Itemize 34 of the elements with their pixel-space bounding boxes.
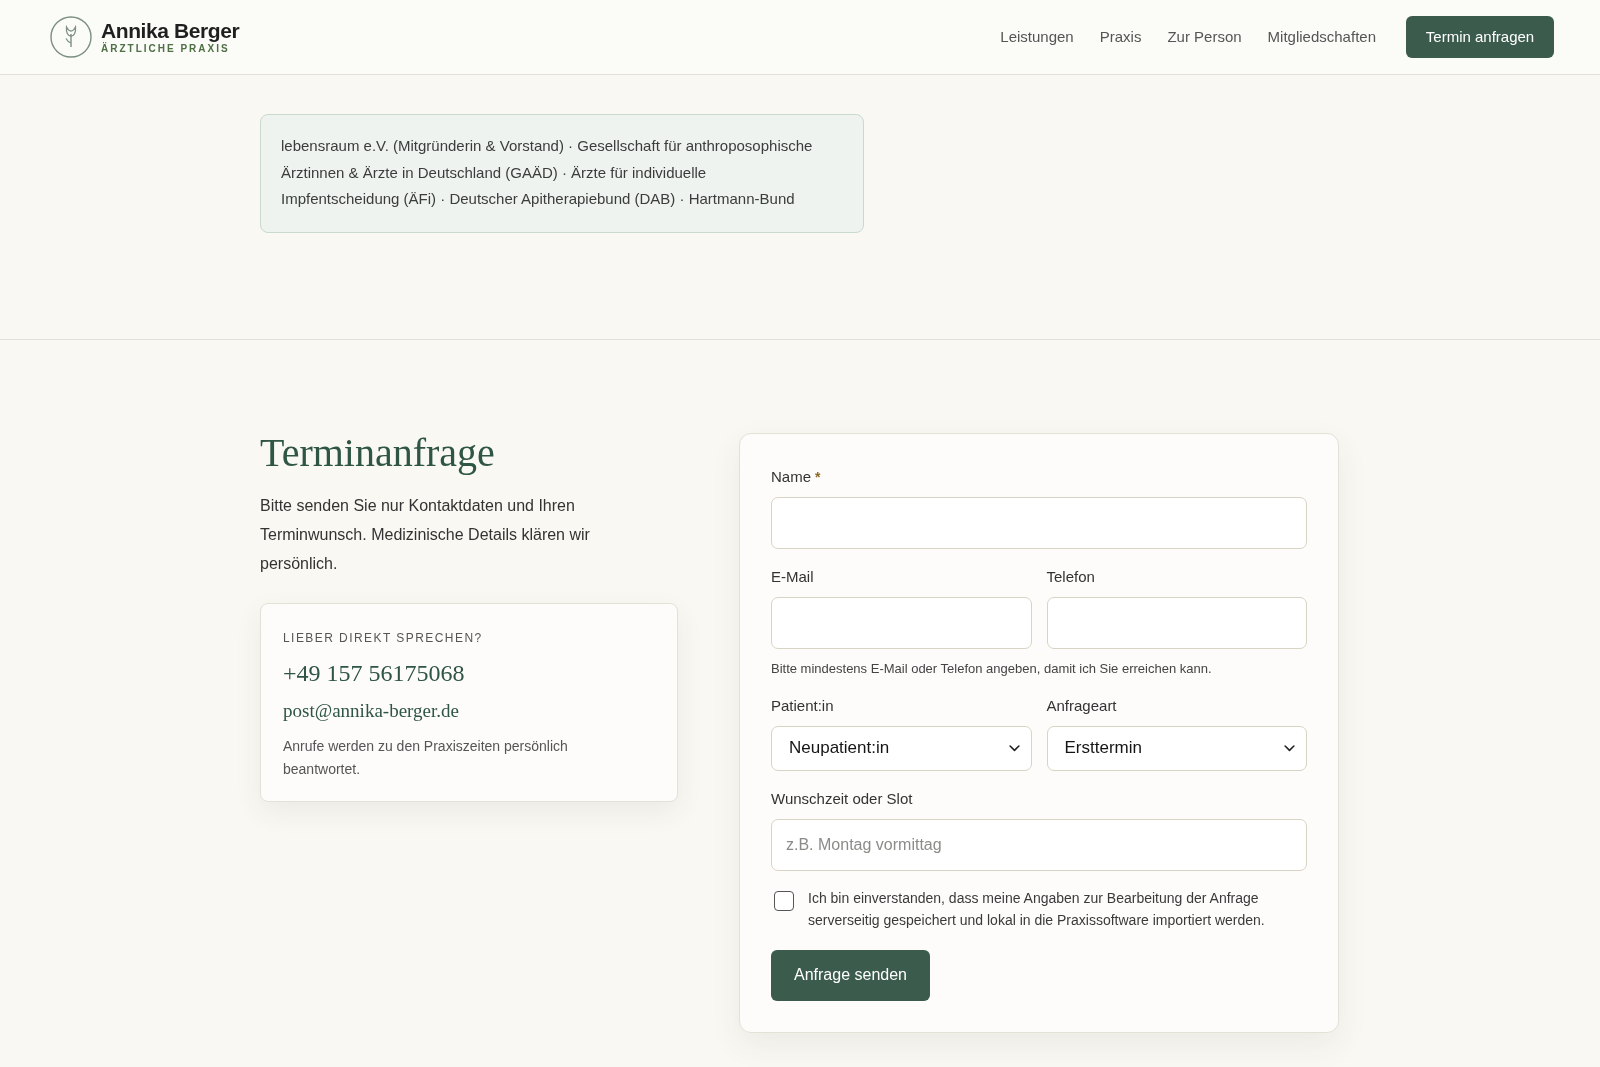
field-label: Name [771,466,811,487]
select-dropdown[interactable]: Neupatient:in [771,725,1032,771]
nav-link[interactable]: Mitgliedschaften [1267,25,1376,49]
text-input[interactable]: z.B. Montag vormittag [771,818,1307,871]
phone-link[interactable]: +49 157 56175068 [283,657,465,688]
text-input[interactable] [1046,596,1307,649]
field-hint: Bitte mindestens E-Mail oder Telefon angeben, damit ich Sie erreichen kann. [771,659,1212,678]
field-label: Wunschzeit oder Slot [771,788,913,809]
text-input[interactable] [771,596,1032,649]
nav-link[interactable]: Leistungen [1000,25,1074,49]
required-mark: * [815,467,821,487]
field-label: Telefon [1046,566,1095,587]
memberships-text: lebensraum e.V. (Mitgründerin & Vorstand) · Gesellschaft für anthroposophische Ärztinnen & Ärzte in Deutschland (GAÄD) · Ärzte für individuelle Impfentscheidung (ÄFi) · Deutscher Apitherapiebund (DAB) · Hartmann-Bund [281,136,814,209]
intro-text: Bitte senden Sie nur Kontaktdaten und Ihren Terminwunsch. Medizinische Details klären wir persönlich. [260,495,591,574]
chevron-down-icon [1008,744,1020,752]
nav-link[interactable]: Praxis [1099,25,1142,49]
contact-eyebrow: LIEBER DIREKT SPRECHEN? [283,629,483,646]
nav-link[interactable]: Zur Person [1167,25,1242,49]
field-label: Patient:in [771,695,834,716]
plant-logo-icon [50,16,92,58]
submit-button[interactable]: Anfrage senden [771,949,930,1001]
field-label: Anfrageart [1046,695,1117,716]
field-label: E-Mail [771,566,814,587]
chevron-down-icon [1284,744,1295,752]
text-input[interactable] [771,496,1307,549]
consent-text: Ich bin einverstanden, dass meine Angaben zur Bearbeitung der Anfrage serverseitig gespeichert und lokal in die Praxissoftware importiert werden. [808,888,1266,930]
section-heading: Terminanfrage [260,429,495,476]
brand-subtitle: ÄRZTLICHE PRAXIS [101,43,231,55]
contact-note: Anrufe werden zu den Praxiszeiten persönlich beantwortet. [283,736,569,779]
brand-name: Annika Berger [101,19,240,42]
email-link[interactable]: post@annika-berger.de [283,698,459,723]
select-dropdown[interactable]: Ersttermin [1046,725,1307,771]
consent-checkbox[interactable] [774,890,794,911]
appointment-button[interactable]: Termin anfragen [1406,16,1554,58]
